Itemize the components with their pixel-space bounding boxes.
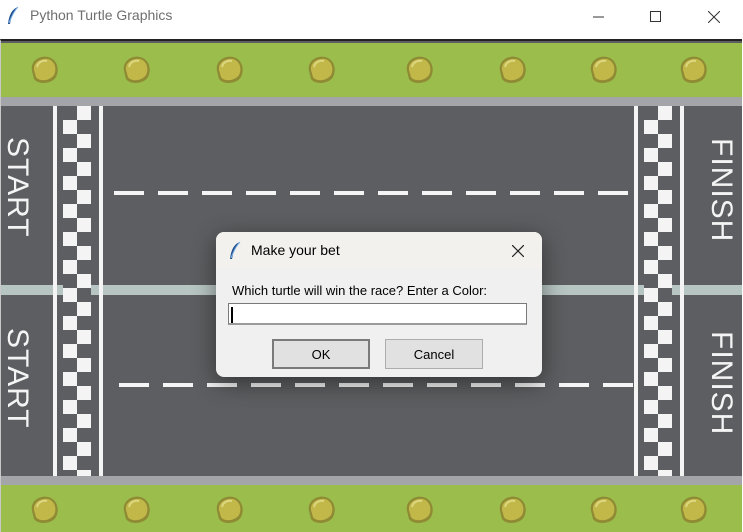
grass-top: [1, 43, 742, 97]
lane-dashes-bottom: [119, 383, 633, 387]
start-line-left: [53, 106, 57, 476]
minimize-icon: [593, 16, 604, 17]
rock-icon: [31, 56, 58, 83]
maximize-icon: [650, 10, 661, 22]
rock-icon: [123, 56, 150, 83]
curb-top: [1, 97, 742, 106]
rock-icon: [216, 56, 243, 83]
rock-icon: [406, 496, 433, 523]
lane-dashes-top: [114, 191, 628, 195]
start-label-bottom: START: [1, 328, 34, 429]
close-button[interactable]: [685, 0, 743, 33]
finish-checkered-flag: [644, 106, 672, 476]
feather-icon: [8, 6, 19, 24]
dialog-titlebar[interactable]: Make your bet: [216, 232, 542, 269]
close-icon: [708, 10, 720, 23]
finish-line-right: [680, 106, 684, 476]
close-icon: [512, 245, 524, 257]
finish-label-top: FINISH: [705, 138, 738, 243]
color-input[interactable]: [228, 303, 527, 325]
rock-icon: [123, 496, 150, 523]
dialog-close-button[interactable]: [506, 240, 530, 262]
minimize-button[interactable]: [570, 0, 628, 33]
finish-label-bottom: FINISH: [705, 331, 738, 436]
cancel-button[interactable]: Cancel: [385, 339, 483, 369]
start-checkered-flag: [63, 106, 91, 476]
rock-icon: [680, 496, 707, 523]
bet-dialog[interactable]: Make your bet Which turtle will win the …: [216, 232, 542, 377]
finish-line-left: [634, 106, 638, 476]
grass-bottom: [1, 485, 742, 532]
dialog-title: Make your bet: [251, 242, 340, 258]
feather-icon: [230, 241, 241, 259]
curb-bottom: [1, 476, 742, 485]
rock-icon: [406, 56, 433, 83]
rock-icon: [590, 496, 617, 523]
start-line-right: [99, 106, 103, 476]
ok-button[interactable]: OK: [272, 339, 370, 369]
rock-icon: [216, 496, 243, 523]
text-cursor: [231, 307, 233, 323]
maximize-button[interactable]: [627, 0, 685, 33]
rock-icon: [590, 56, 617, 83]
rock-icon: [31, 496, 58, 523]
rock-icon: [680, 56, 707, 83]
start-label-top: START: [1, 137, 34, 238]
rock-icon: [499, 496, 526, 523]
window-titlebar[interactable]: Python Turtle Graphics: [0, 0, 743, 33]
rock-icon: [308, 56, 335, 83]
rock-icon: [499, 56, 526, 83]
window-title: Python Turtle Graphics: [30, 7, 173, 23]
rock-icon: [308, 496, 335, 523]
dialog-prompt: Which turtle will win the race? Enter a …: [232, 283, 488, 298]
